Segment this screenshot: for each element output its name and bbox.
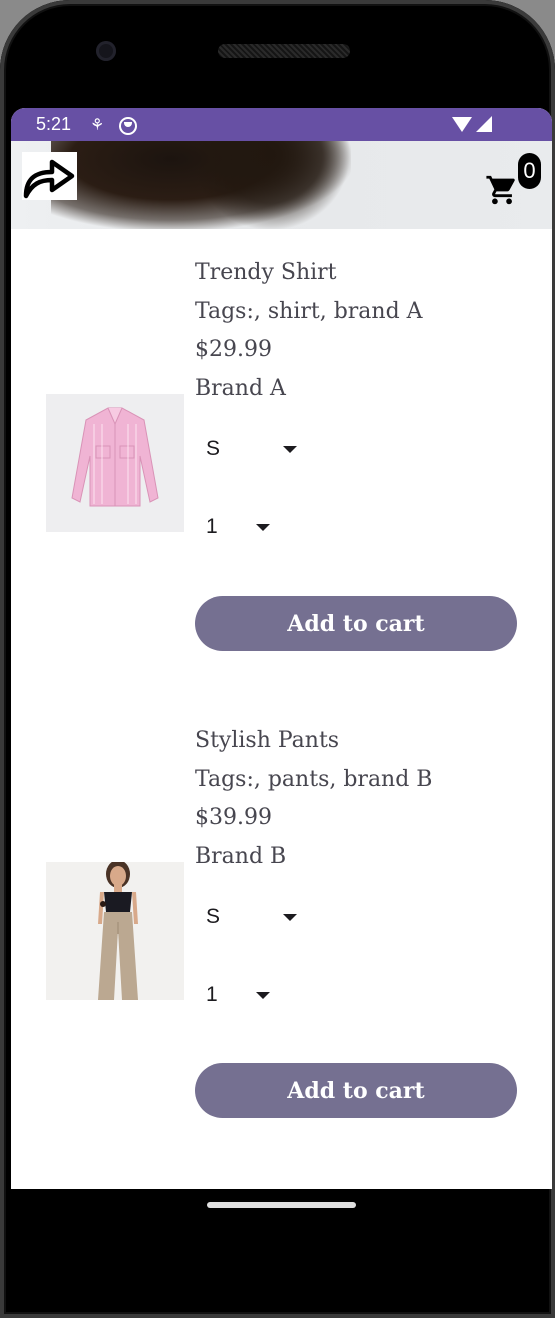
- cart-button[interactable]: [485, 173, 519, 207]
- quantity-select[interactable]: 1: [195, 975, 280, 1015]
- size-select-value: S: [206, 437, 221, 460]
- share-arrow-icon: [23, 159, 75, 199]
- app-screen: 5:21 ⚘ 0 Trendy Shirt Tags:, shirt, bran…: [11, 108, 552, 1189]
- product-brand: Brand A: [195, 376, 286, 401]
- add-to-cart-button[interactable]: Add to cart: [195, 1063, 517, 1118]
- product-image-pants: [46, 862, 184, 1000]
- back-button[interactable]: [22, 152, 77, 200]
- dropdown-arrow-icon: [283, 446, 297, 453]
- size-select[interactable]: S: [195, 897, 305, 937]
- banner-image-detail: [191, 141, 351, 229]
- product-price: $39.99: [195, 805, 272, 830]
- product-name: Stylish Pants: [195, 728, 340, 753]
- dropdown-arrow-icon: [283, 914, 297, 921]
- product-card: Trendy Shirt Tags:, shirt, brand A $29.9…: [11, 229, 552, 651]
- front-camera: [96, 41, 116, 61]
- status-time: 5:21: [36, 114, 72, 134]
- header-banner: 0: [11, 141, 552, 229]
- quantity-select-value: 1: [206, 983, 218, 1006]
- pants-image: [46, 862, 184, 1000]
- quantity-select-value: 1: [206, 515, 218, 538]
- wifi-icon: [452, 117, 472, 132]
- product-tags: Tags:, shirt, brand A: [195, 299, 423, 324]
- shopping-cart-icon: [486, 175, 515, 205]
- notification-icon: ⚘: [90, 117, 105, 134]
- cellular-signal-icon: [476, 116, 492, 132]
- product-name: Trendy Shirt: [195, 260, 337, 285]
- add-to-cart-button[interactable]: Add to cart: [195, 596, 517, 651]
- dropdown-arrow-icon: [256, 992, 270, 999]
- product-tags: Tags:, pants, brand B: [195, 767, 433, 792]
- product-image-shirt: [46, 394, 184, 532]
- home-gesture-bar[interactable]: [207, 1202, 356, 1208]
- earpiece-speaker: [218, 44, 350, 58]
- shirt-image: [46, 394, 184, 532]
- quantity-select[interactable]: 1: [195, 507, 280, 547]
- cart-count-badge: 0: [518, 153, 541, 189]
- product-price: $29.99: [195, 337, 272, 362]
- dropdown-arrow-icon: [256, 524, 270, 531]
- phone-frame: 5:21 ⚘ 0 Trendy Shirt Tags:, shirt, bran…: [0, 0, 555, 1318]
- status-bar: 5:21 ⚘: [11, 108, 552, 141]
- product-brand: Brand B: [195, 844, 287, 869]
- size-select[interactable]: S: [195, 429, 305, 469]
- app-status-icon: [119, 117, 137, 135]
- size-select-value: S: [206, 905, 221, 928]
- product-card: Stylish Pants Tags:, pants, brand B $39.…: [11, 697, 552, 1118]
